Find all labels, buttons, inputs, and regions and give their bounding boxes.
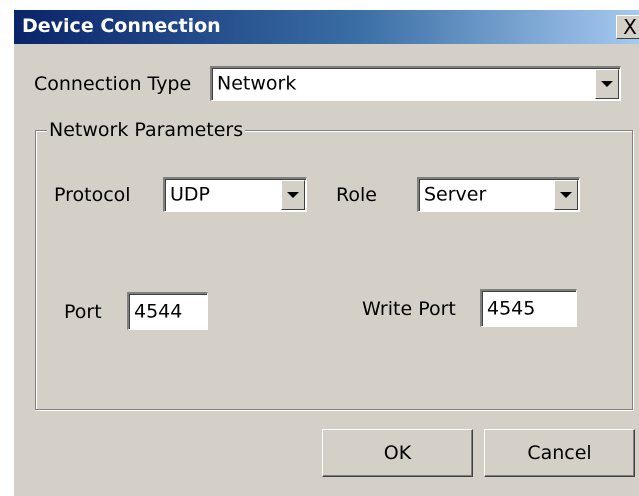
write-port-value: 4545 — [487, 297, 536, 320]
network-parameters-group — [35, 130, 633, 410]
port-input[interactable]: 4544 — [127, 292, 208, 330]
role-value: Server — [424, 183, 487, 206]
cancel-button-label: Cancel — [527, 442, 592, 464]
cancel-button[interactable]: Cancel — [484, 429, 635, 477]
device-connection-dialog: Device Connection X Connection Type Netw… — [13, 9, 639, 496]
network-parameters-group-label: Network Parameters — [47, 119, 246, 141]
port-value: 4544 — [134, 300, 183, 323]
title-bar[interactable]: Device Connection X — [14, 10, 639, 44]
protocol-label: Protocol — [54, 184, 131, 206]
role-label: Role — [336, 184, 377, 206]
protocol-select[interactable]: UDP — [163, 177, 307, 212]
write-port-input[interactable]: 4545 — [480, 289, 577, 327]
ok-button-label: OK — [383, 442, 412, 464]
close-icon: X — [623, 15, 637, 39]
chevron-down-icon — [560, 192, 572, 198]
write-port-label: Write Port — [362, 298, 456, 320]
chevron-down-icon — [287, 192, 299, 198]
chevron-down-icon — [601, 81, 613, 87]
role-dropdown-button[interactable] — [554, 180, 578, 210]
ok-button[interactable]: OK — [322, 429, 473, 477]
protocol-value: UDP — [170, 183, 210, 206]
port-label: Port — [64, 301, 102, 323]
connection-type-label: Connection Type — [34, 73, 192, 95]
dialog-title: Device Connection — [22, 15, 221, 37]
connection-type-dropdown-button[interactable] — [595, 69, 619, 99]
connection-type-value: Network — [217, 72, 297, 95]
close-button[interactable]: X — [616, 15, 639, 39]
connection-type-select[interactable]: Network — [210, 66, 621, 101]
role-select[interactable]: Server — [417, 177, 580, 212]
protocol-dropdown-button[interactable] — [281, 180, 305, 210]
